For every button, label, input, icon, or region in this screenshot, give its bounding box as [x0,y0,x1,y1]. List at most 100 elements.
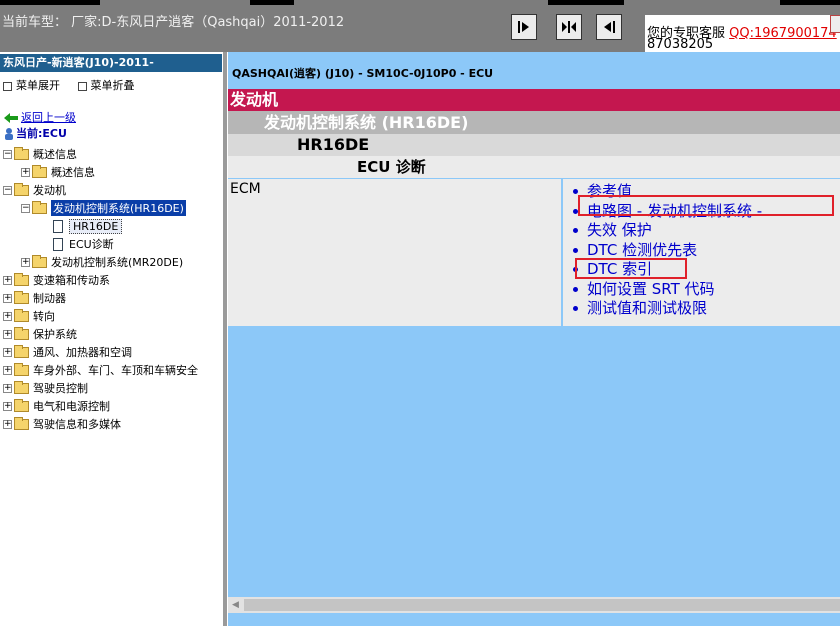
tree-item-label[interactable]: 发动机 [33,182,66,198]
current-location-label: 当前:ECU [16,127,67,140]
expand-node-icon[interactable]: + [3,383,12,393]
tree-item[interactable]: + 制动器 [3,290,66,306]
tree-item[interactable]: + 车身外部、车门、车顶和车辆安全 [3,362,198,378]
tree-item[interactable]: + 通风、加热器和空调 [3,344,132,360]
top-tab-strip [548,0,624,5]
folder-icon [14,398,29,412]
doc-link[interactable]: DTC 检测优先表 [573,239,697,260]
scroll-thumb[interactable] [244,599,840,611]
doc-link[interactable]: 如何设置 SRT 代码 [573,278,715,299]
expand-node-icon[interactable]: + [3,329,12,339]
folder-icon [14,290,29,304]
tree-item-label[interactable]: 概述信息 [33,146,77,162]
horizontal-scrollbar[interactable]: ◀ [228,597,840,613]
tree-item[interactable]: − 概述信息 [3,146,77,162]
arrow-right-icon [518,21,529,33]
folder-icon [14,146,29,160]
document-path: QASHQAI(逍客) (J10) - SM10C-0J10P0 - ECU [228,62,840,89]
tree-item-label[interactable]: 变速箱和传动系 [33,272,110,288]
tree-item-label[interactable]: ECU诊断 [69,236,114,252]
expand-node-icon[interactable]: + [3,311,12,321]
tree-item-label[interactable]: 概述信息 [51,164,95,180]
doc-link-label[interactable]: 失效 保护 [587,221,652,239]
tree-item[interactable]: + 概述信息 [21,164,95,180]
bullet-icon [573,286,578,292]
tree-item-label[interactable]: 电气和电源控制 [33,398,110,414]
qq-link[interactable]: QQ:1967900174 [729,26,837,41]
folder-icon [14,344,29,358]
scroll-left-icon[interactable]: ◀ [232,600,239,610]
document-icon [53,219,63,233]
tree-item[interactable]: − 发动机控制系统(HR16DE) [21,200,186,216]
expand-node-icon[interactable]: + [3,365,12,375]
model-heading: HR16DE [228,134,840,156]
expand-node-icon[interactable]: + [3,347,12,357]
links-cell: 参考值 电路图 - 发动机控制系统 - 失效 保护 DTC 检测优先表 DTC 索引 如何… [563,179,840,326]
tree-item-label[interactable]: HR16DE [69,218,123,234]
tree-item-label[interactable]: 制动器 [33,290,66,306]
collapse-node-icon[interactable]: − [21,203,30,213]
tree-item-label[interactable]: 通风、加热器和空调 [33,344,132,360]
expand-node-icon[interactable]: + [3,275,12,285]
previous-page-button[interactable] [596,14,622,40]
folder-open-icon [32,200,47,214]
user-icon [5,128,13,140]
top-toolbar: 当前车型： 厂家:D-东风日产逍客（Qashqai）2011-2012 您的专职… [0,0,840,52]
expand-node-icon[interactable]: + [3,293,12,303]
doc-link[interactable]: 失效 保护 [573,219,652,240]
collapse-node-icon[interactable]: − [3,185,12,195]
folder-icon [14,362,29,376]
tree-item[interactable]: + 保护系统 [3,326,77,342]
tree-item-label[interactable]: 发动机控制系统(MR20DE) [51,254,183,270]
split-view-button[interactable] [556,14,582,40]
system-heading: 发动机控制系统 (HR16DE) [228,111,840,134]
collapse-all-button[interactable]: 菜单折叠 [77,77,135,93]
tree-item[interactable]: + 驾驶信息和多媒体 [3,416,121,432]
tree-item[interactable]: + 电气和电源控制 [3,398,110,414]
bullet-icon [573,189,578,194]
back-arrow-icon [4,113,18,123]
expand-node-icon[interactable]: + [3,419,12,429]
tree-item[interactable]: − 发动机 [3,182,66,198]
doc-link-label[interactable]: 测试值和测试极限 [587,299,707,317]
bullet-icon [573,247,578,253]
tree-item-label[interactable]: 驾驶信息和多媒体 [33,416,121,432]
doc-link[interactable]: 测试值和测试极限 [573,297,707,318]
bottom-strip [228,613,840,626]
menu-toggle-row: 菜单展开 菜单折叠 [3,77,135,93]
tree-item[interactable]: + 发动机控制系统(MR20DE) [21,254,183,270]
tree-item[interactable]: + 驾驶员控制 [3,380,88,396]
next-page-button[interactable] [511,14,537,40]
expand-all-label: 菜单展开 [16,79,60,92]
tree-item[interactable]: + 转向 [3,308,55,324]
tree-item[interactable]: + 变速箱和传动系 [3,272,110,288]
tree-item-label[interactable]: 驾驶员控制 [33,380,88,396]
top-tab-strip [780,0,840,5]
collapse-node-icon[interactable]: − [3,149,12,159]
chat-icon[interactable] [830,15,840,33]
ecm-cell: ECM [228,179,561,326]
expand-all-button[interactable]: 菜单展开 [3,77,60,93]
folder-icon [14,182,29,196]
tree-item[interactable]: HR16DE [39,218,123,234]
expand-node-icon[interactable]: + [3,401,12,411]
doc-link-label[interactable]: 如何设置 SRT 代码 [587,280,715,298]
folder-icon [14,380,29,394]
customer-service-panel: 您的专职客服 QQ:1967900174 87038205 [645,15,840,52]
back-row[interactable]: 返回上一级 [4,109,76,125]
expand-node-icon[interactable]: + [21,167,30,177]
doc-link-label[interactable]: DTC 检测优先表 [587,241,697,259]
collapse-all-label: 菜单折叠 [90,79,135,92]
back-link[interactable]: 返回上一级 [21,111,76,124]
arrow-left-icon [604,21,615,33]
current-vehicle-label: 当前车型： 厂家:D-东风日产逍客（Qashqai）2011-2012 [2,15,345,30]
tree-item-label[interactable]: 保护系统 [33,326,77,342]
tree-item-label[interactable]: 转向 [33,308,55,324]
expand-icon [3,81,12,91]
tree-item-label[interactable]: 车身外部、车门、车顶和车辆安全 [33,362,198,378]
expand-node-icon[interactable]: + [21,257,30,267]
ecm-label: ECM [230,181,261,197]
tree-item[interactable]: ECU诊断 [39,236,114,252]
collapse-icon [77,81,87,91]
tree-item-label[interactable]: 发动机控制系统(HR16DE) [51,200,186,216]
